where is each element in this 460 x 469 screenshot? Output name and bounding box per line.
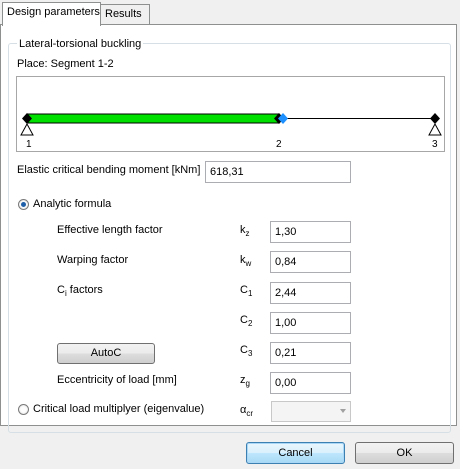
place-label: Place: Segment 1-2 [17, 58, 114, 70]
node-1-label: 1 [26, 139, 32, 150]
ci-factors-label: Ci factors [57, 284, 103, 299]
zg-symbol: zg [240, 374, 250, 389]
beam-diagram-svg [20, 113, 442, 136]
effective-length-label: Effective length factor [57, 224, 163, 236]
eigenvalue-dropdown[interactable] [271, 401, 351, 422]
cancel-button[interactable]: Cancel [246, 442, 345, 464]
analytic-formula-label: Analytic formula [33, 198, 112, 210]
tab-results-label: Results [105, 8, 142, 20]
alpha-cr-symbol: αcr [240, 404, 254, 419]
c2-symbol: C2 [240, 314, 253, 329]
c2-field[interactable]: 1,00 [270, 312, 351, 334]
support-1-icon [20, 122, 34, 136]
ok-button[interactable]: OK [355, 442, 454, 464]
autoc-button[interactable]: AutoC [57, 343, 155, 364]
beam-segment-selected [26, 113, 280, 124]
tab-design-parameters-label: Design parameters [7, 6, 100, 18]
support-3-icon [428, 122, 442, 136]
eccentricity-label: Eccentricity of load [mm] [57, 374, 177, 386]
tab-results[interactable]: Results [100, 4, 150, 24]
tab-design-parameters[interactable]: Design parameters [2, 2, 101, 26]
mcr-field[interactable]: 618,31 [205, 161, 351, 183]
beam-diagram: 1 2 3 [16, 76, 445, 152]
group-title: Lateral-torsional buckling [17, 37, 144, 51]
c3-field[interactable]: 0,21 [270, 342, 351, 364]
kw-field[interactable]: 0,84 [270, 251, 351, 273]
eigenvalue-radio[interactable] [18, 404, 29, 415]
kw-symbol: kw [240, 254, 252, 269]
warping-factor-label: Warping factor [57, 254, 129, 266]
node-2-label: 2 [276, 139, 282, 150]
chevron-down-icon [340, 409, 346, 413]
node-3-marker [430, 113, 440, 124]
eigenvalue-label: Critical load multiplyer (eigenvalue) [33, 403, 205, 415]
c1-field[interactable]: 2,44 [270, 282, 351, 304]
mcr-label: Elastic critical bending moment [kNm] [17, 164, 201, 176]
node-3-label: 3 [432, 139, 438, 150]
c3-symbol: C3 [240, 344, 253, 359]
analytic-formula-radio[interactable] [18, 199, 29, 210]
kz-symbol: kz [240, 224, 250, 239]
kz-field[interactable]: 1,30 [270, 221, 351, 243]
zg-field[interactable]: 0,00 [270, 372, 351, 394]
c1-symbol: C1 [240, 284, 253, 299]
